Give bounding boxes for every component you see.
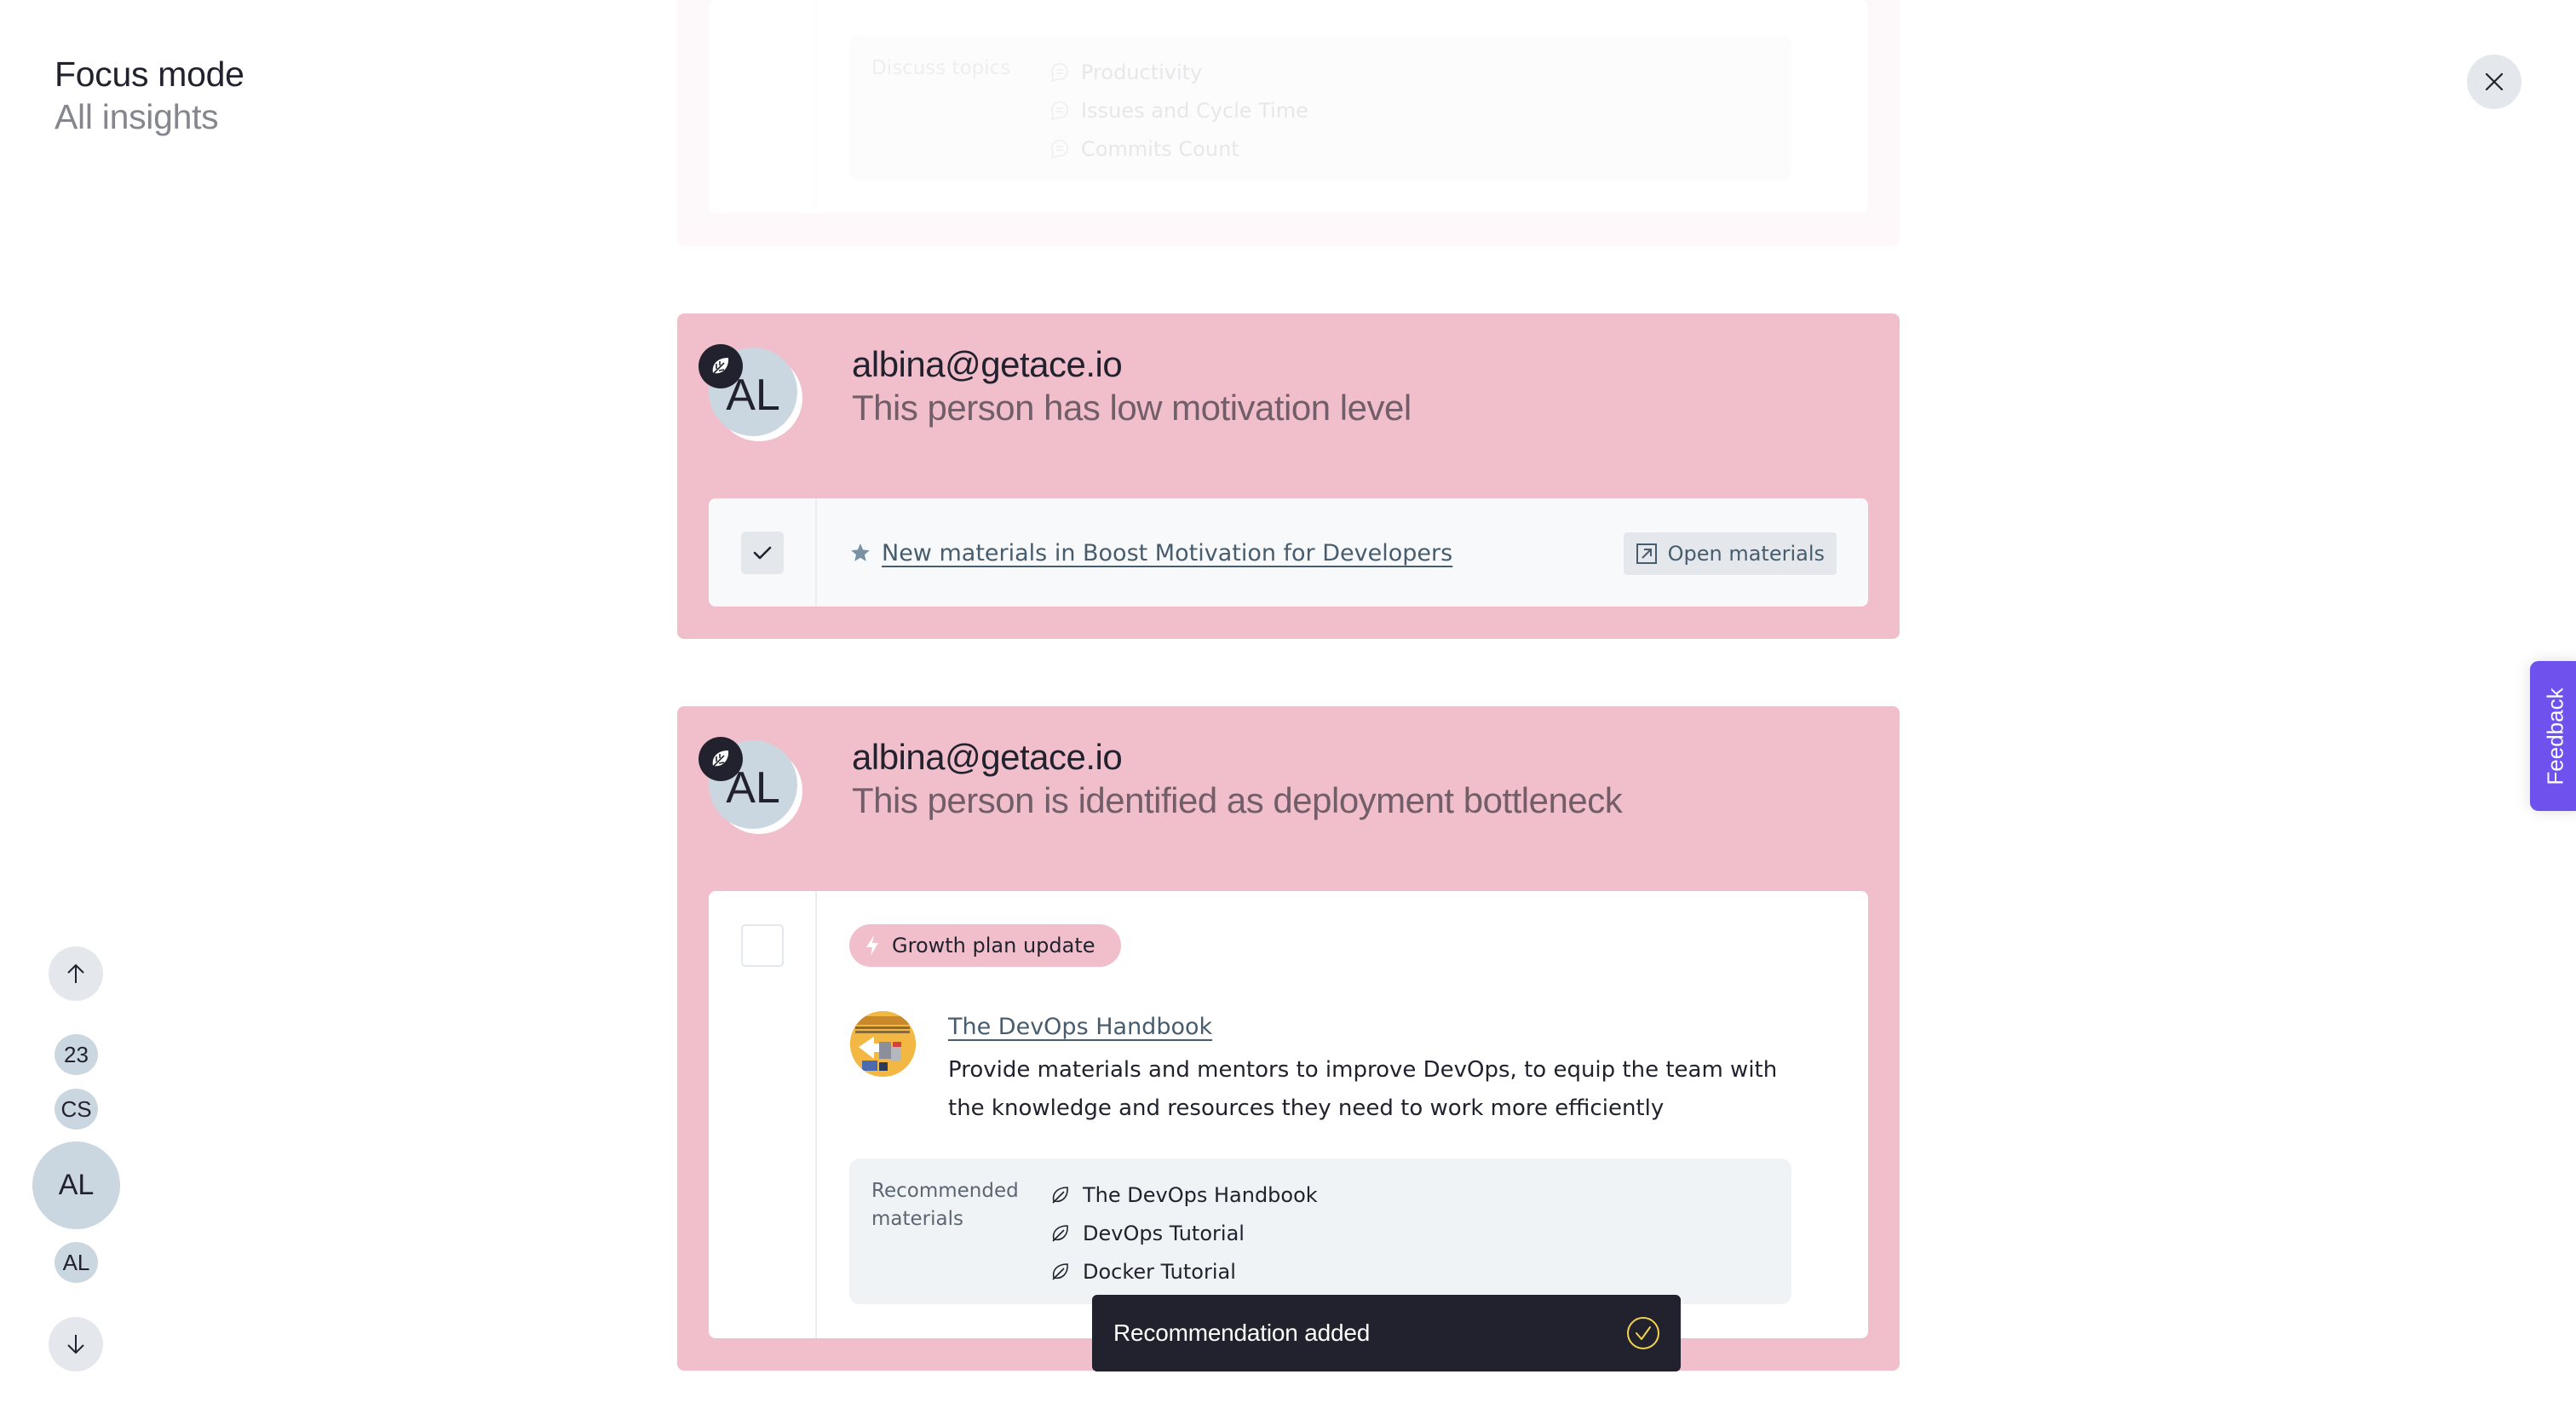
leaf-outline-icon xyxy=(1052,1186,1068,1204)
insight-text: This person has low motivation level xyxy=(852,388,1412,428)
close-icon xyxy=(2485,72,2504,91)
discuss-topics-panel: Discuss topics Productivity Issues and C… xyxy=(849,36,1791,181)
recommendation-row: Growth plan update The DevOps Handbook P… xyxy=(709,891,1868,1338)
open-materials-label: Open materials xyxy=(1667,542,1825,566)
book-cover-image xyxy=(850,1011,916,1077)
user-avatar-group: AL xyxy=(699,344,804,443)
recommendation-link[interactable]: New materials in Boost Motivation for De… xyxy=(882,540,1452,566)
insight-card-faded: Discuss topics Productivity Issues and C… xyxy=(677,0,1900,246)
page-title: Focus mode xyxy=(55,55,244,94)
user-avatar-group: AL xyxy=(699,737,804,836)
insight-text: This person is identified as deployment … xyxy=(852,780,1623,820)
avatar-badge xyxy=(699,344,743,388)
material-label: DevOps Tutorial xyxy=(1083,1221,1245,1245)
page-subtitle: All insights xyxy=(55,97,219,136)
material-item[interactable]: Docker Tutorial xyxy=(1050,1252,1318,1291)
scroll-down-button[interactable] xyxy=(49,1317,103,1371)
recommendation-checkbox[interactable] xyxy=(741,924,784,967)
toast-notification: Recommendation added xyxy=(1092,1295,1681,1371)
scroll-up-button[interactable] xyxy=(49,946,103,1001)
checkmark-icon xyxy=(753,546,772,560)
material-label: The DevOps Handbook xyxy=(1083,1182,1318,1207)
close-button[interactable] xyxy=(2467,55,2521,109)
arrow-down-icon xyxy=(67,1335,84,1354)
leaf-icon xyxy=(711,358,729,376)
check-circle-icon xyxy=(1627,1317,1659,1349)
card-divider xyxy=(815,0,817,213)
chat-bubble-icon xyxy=(1050,101,1068,120)
card-divider xyxy=(815,891,817,1338)
nav-item-23[interactable]: 23 xyxy=(55,1034,98,1075)
recommended-materials-panel: Recommended materials The DevOps Handboo… xyxy=(849,1159,1791,1304)
leaf-outline-icon xyxy=(1052,1262,1068,1280)
topic-label: Commits Count xyxy=(1081,136,1239,161)
chat-bubble-icon xyxy=(1050,139,1068,158)
external-link-icon xyxy=(1636,543,1657,564)
chat-bubble-icon xyxy=(1050,62,1068,82)
material-item[interactable]: DevOps Tutorial xyxy=(1050,1214,1318,1252)
leaf-icon xyxy=(711,750,729,768)
nav-item-cs[interactable]: CS xyxy=(55,1089,98,1130)
topic-item: Productivity xyxy=(1050,53,1308,91)
recommended-materials-label: Recommended materials xyxy=(871,1180,1019,1230)
avatar-badge xyxy=(699,737,743,781)
discuss-topics-label: Discuss topics xyxy=(871,57,1011,79)
growth-plan-badge: Growth plan update xyxy=(849,924,1121,967)
insight-card: AL albina@getace.io This person is ident… xyxy=(677,706,1900,1371)
feedback-tab[interactable]: Feedback xyxy=(2530,661,2576,811)
topic-item: Commits Count xyxy=(1050,129,1308,168)
toast-message: Recommendation added xyxy=(1113,1320,1371,1346)
topic-label: Productivity xyxy=(1081,60,1203,84)
insight-card: AL albina@getace.io This person has low … xyxy=(677,313,1900,639)
user-email: albina@getace.io xyxy=(852,737,1123,777)
nav-item-al-active[interactable]: AL xyxy=(32,1141,120,1229)
book-description: Provide materials and mentors to improve… xyxy=(948,1057,1778,1121)
feedback-label: Feedback xyxy=(2542,687,2568,785)
topic-item: Issues and Cycle Time xyxy=(1050,91,1308,129)
badge-label: Growth plan update xyxy=(892,934,1095,957)
insight-card-body: Discuss topics Productivity Issues and C… xyxy=(709,0,1868,213)
lightning-icon xyxy=(866,935,878,956)
arrow-up-icon xyxy=(67,963,84,983)
card-divider xyxy=(815,498,817,607)
leaf-outline-icon xyxy=(1052,1224,1068,1242)
discuss-topics-list: Productivity Issues and Cycle Time Commi… xyxy=(1050,53,1308,168)
book-cover-thumbnail xyxy=(850,1011,916,1077)
recommended-materials-list: The DevOps Handbook DevOps Tutorial Dock… xyxy=(1050,1176,1318,1291)
star-icon xyxy=(851,543,870,561)
open-materials-button[interactable]: Open materials xyxy=(1623,532,1837,575)
recommendation-row: New materials in Boost Motivation for De… xyxy=(709,498,1868,607)
user-email: albina@getace.io xyxy=(852,344,1123,384)
material-label: Docker Tutorial xyxy=(1083,1259,1236,1284)
nav-item-al[interactable]: AL xyxy=(55,1242,98,1283)
book-title-link[interactable]: The DevOps Handbook xyxy=(948,1014,1212,1040)
recommendation-checkbox[interactable] xyxy=(741,532,784,574)
material-item[interactable]: The DevOps Handbook xyxy=(1050,1176,1318,1214)
topic-label: Issues and Cycle Time xyxy=(1081,98,1308,123)
recommendation-link-row: New materials in Boost Motivation for De… xyxy=(849,534,1452,572)
